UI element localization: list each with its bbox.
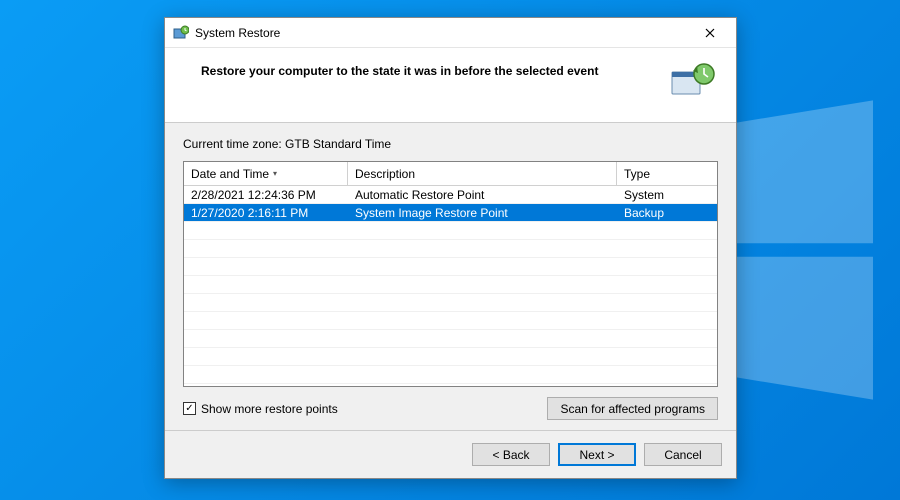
cancel-button[interactable]: Cancel — [644, 443, 722, 466]
header-area: Restore your computer to the state it wa… — [165, 48, 736, 122]
table-row-empty — [184, 330, 717, 348]
sort-indicator-icon: ▾ — [273, 169, 277, 178]
cell-desc: System Image Restore Point — [348, 205, 617, 221]
table-row-empty — [184, 348, 717, 366]
page-heading: Restore your computer to the state it wa… — [201, 62, 656, 78]
cell-date: 1/27/2020 2:16:11 PM — [184, 205, 348, 221]
show-more-checkbox[interactable]: ✓ Show more restore points — [183, 402, 338, 416]
column-label: Description — [355, 167, 415, 181]
column-header-description[interactable]: Description — [348, 162, 617, 185]
timezone-label: Current time zone: GTB Standard Time — [183, 137, 718, 151]
cell-date: 2/28/2021 12:24:36 PM — [184, 187, 348, 203]
system-restore-dialog: System Restore Restore your computer to … — [164, 17, 737, 479]
wizard-footer: < Back Next > Cancel — [165, 430, 736, 478]
column-header-date[interactable]: Date and Time ▾ — [184, 162, 348, 185]
titlebar: System Restore — [165, 18, 736, 48]
table-row-empty — [184, 222, 717, 240]
close-icon — [705, 28, 715, 38]
table-row-empty — [184, 276, 717, 294]
column-header-type[interactable]: Type — [617, 162, 717, 185]
column-label: Type — [624, 167, 650, 181]
content-area: Current time zone: GTB Standard Time Dat… — [165, 123, 736, 430]
table-row[interactable]: 2/28/2021 12:24:36 PMAutomatic Restore P… — [184, 186, 717, 204]
scan-affected-button[interactable]: Scan for affected programs — [547, 397, 718, 420]
table-body: 2/28/2021 12:24:36 PMAutomatic Restore P… — [184, 186, 717, 386]
column-label: Date and Time — [191, 167, 269, 181]
restore-graphic-icon — [668, 62, 716, 104]
table-header: Date and Time ▾ Description Type — [184, 162, 717, 186]
system-restore-icon — [173, 25, 189, 41]
table-row-empty — [184, 366, 717, 384]
checkbox-label: Show more restore points — [201, 402, 338, 416]
table-row-empty — [184, 294, 717, 312]
table-row-empty — [184, 258, 717, 276]
back-button[interactable]: < Back — [472, 443, 550, 466]
cell-type: Backup — [617, 205, 717, 221]
close-button[interactable] — [690, 20, 730, 46]
next-button[interactable]: Next > — [558, 443, 636, 466]
table-row[interactable]: 1/27/2020 2:16:11 PMSystem Image Restore… — [184, 204, 717, 222]
restore-points-table: Date and Time ▾ Description Type 2/28/20… — [183, 161, 718, 387]
cell-desc: Automatic Restore Point — [348, 187, 617, 203]
table-row-empty — [184, 240, 717, 258]
cell-type: System — [617, 187, 717, 203]
window-title: System Restore — [195, 26, 690, 40]
table-footer-row: ✓ Show more restore points Scan for affe… — [183, 387, 718, 426]
table-row-empty — [184, 312, 717, 330]
checkbox-box: ✓ — [183, 402, 196, 415]
